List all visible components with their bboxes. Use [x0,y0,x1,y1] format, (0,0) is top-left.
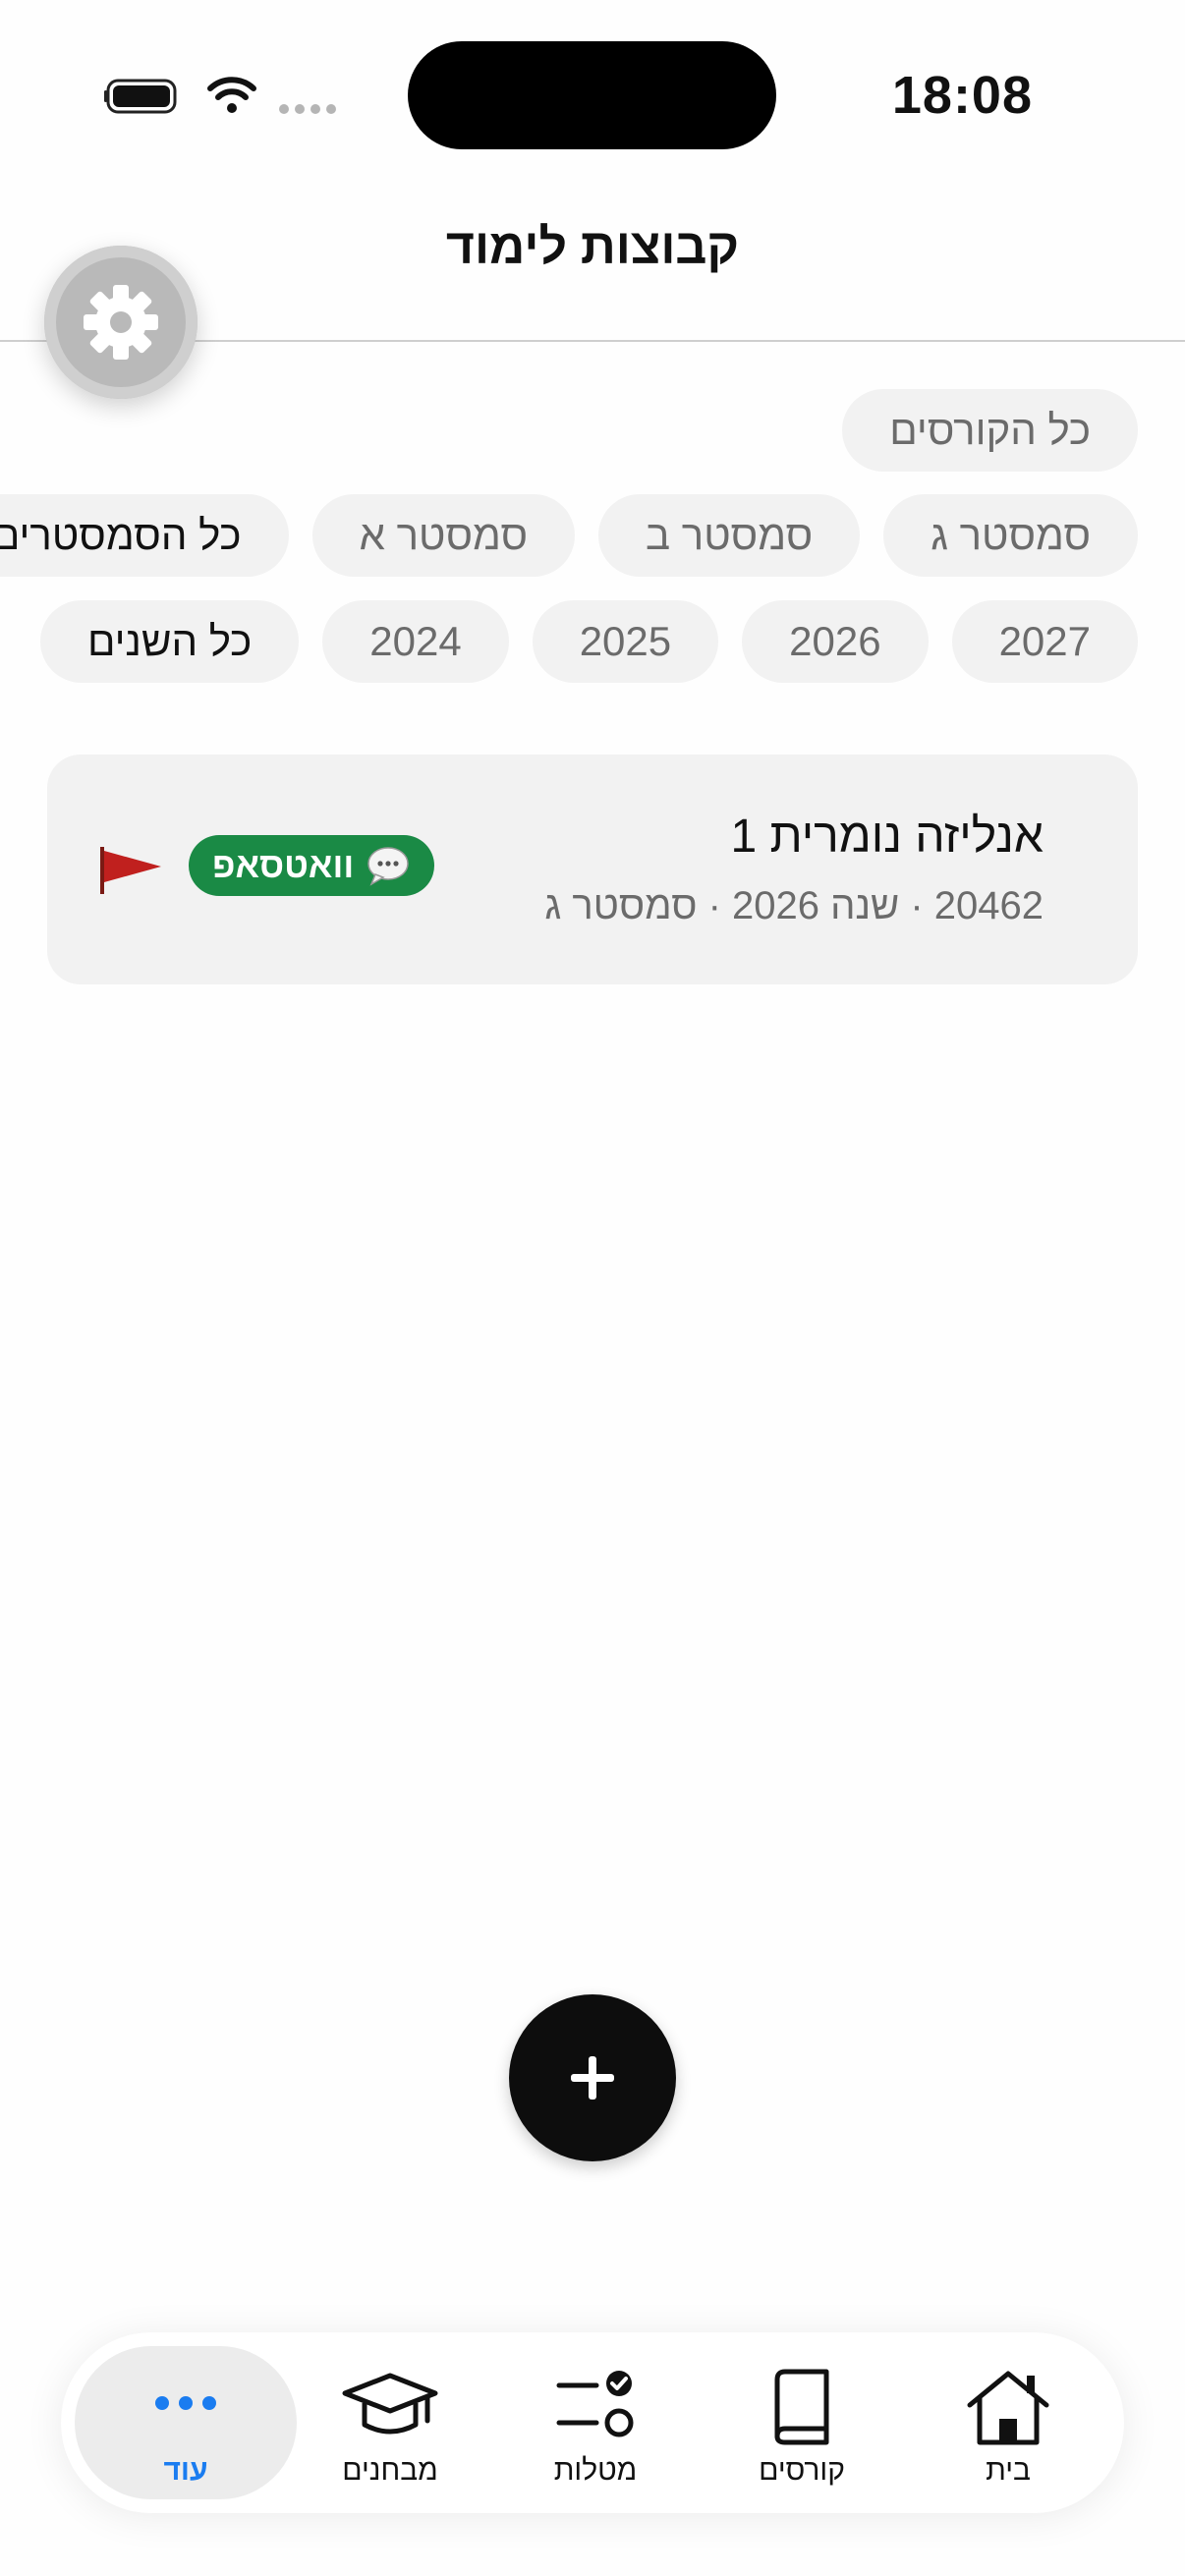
tab-more-label: עוד [163,2454,208,2487]
chip-semester-b[interactable]: סמסטר ב [598,494,861,577]
tab-exams[interactable]: מבחנים [279,2346,501,2499]
bottom-tab-bar: עוד מבחנים מטלות קורסים בית [61,2332,1124,2513]
dynamic-island [408,41,776,149]
wifi-icon [207,77,256,113]
chip-year-2027[interactable]: 2027 [951,600,1138,683]
add-group-button[interactable] [509,1994,676,2161]
chip-all-years[interactable]: כל השנים [39,600,300,683]
chip-semester-c[interactable]: סמסטר ג [883,494,1138,577]
whatsapp-button[interactable]: וואטסאפ [189,835,435,896]
study-group-card[interactable]: אנליזה נומרית 1 20462 · שנה 2026 · סמסטר… [47,755,1138,984]
tab-courses-label: קורסים [759,2454,845,2487]
chat-bubble-icon [367,847,409,886]
tab-tasks-label: מטלות [553,2454,638,2487]
home-icon [967,2371,1049,2445]
page-title: קבוצות לימוד [445,219,740,274]
tab-exams-label: מבחנים [342,2454,438,2487]
settings-gear-icon [84,285,158,360]
group-title: אנליזה נומרית 1 [730,811,1044,863]
status-time: 18:08 [891,66,1033,125]
year-filter-row: כל השנים 2024 2025 2026 2027 [39,600,1138,683]
book-icon [774,2369,829,2445]
chip-all-semesters[interactable]: כל הסמסטרים [0,494,289,577]
course-filter-row: כל הקורסים [842,389,1138,472]
more-dots-icon [155,2396,216,2410]
status-bar: 18:08 [0,0,1185,187]
chip-year-2024[interactable]: 2024 [322,600,509,683]
group-subtitle: 20462 · שנה 2026 · סמסטר ג [544,884,1044,927]
chip-all-courses[interactable]: כל הקורסים [842,389,1138,472]
chip-year-2026[interactable]: 2026 [742,600,929,683]
semester-filter-row: כל הסמסטרים סמסטר א סמסטר ב סמסטר ג [0,494,1138,577]
graduation-cap-icon [342,2373,438,2435]
cellular-signal-icon [279,104,336,114]
flag-icon[interactable] [98,845,163,896]
tasks-icon [556,2371,634,2437]
chip-semester-a[interactable]: סמסטר א [311,494,575,577]
tab-home[interactable]: בית [897,2346,1119,2499]
whatsapp-label: וואטסאפ [212,845,355,885]
tab-more[interactable]: עוד [75,2346,297,2499]
chip-year-2025[interactable]: 2025 [532,600,719,683]
battery-icon [104,79,177,114]
tab-courses[interactable]: קורסים [691,2346,913,2499]
tab-home-label: בית [986,2454,1031,2487]
plus-icon [571,2056,614,2100]
tab-tasks[interactable]: מטלות [484,2346,706,2499]
settings-button[interactable] [44,246,198,399]
